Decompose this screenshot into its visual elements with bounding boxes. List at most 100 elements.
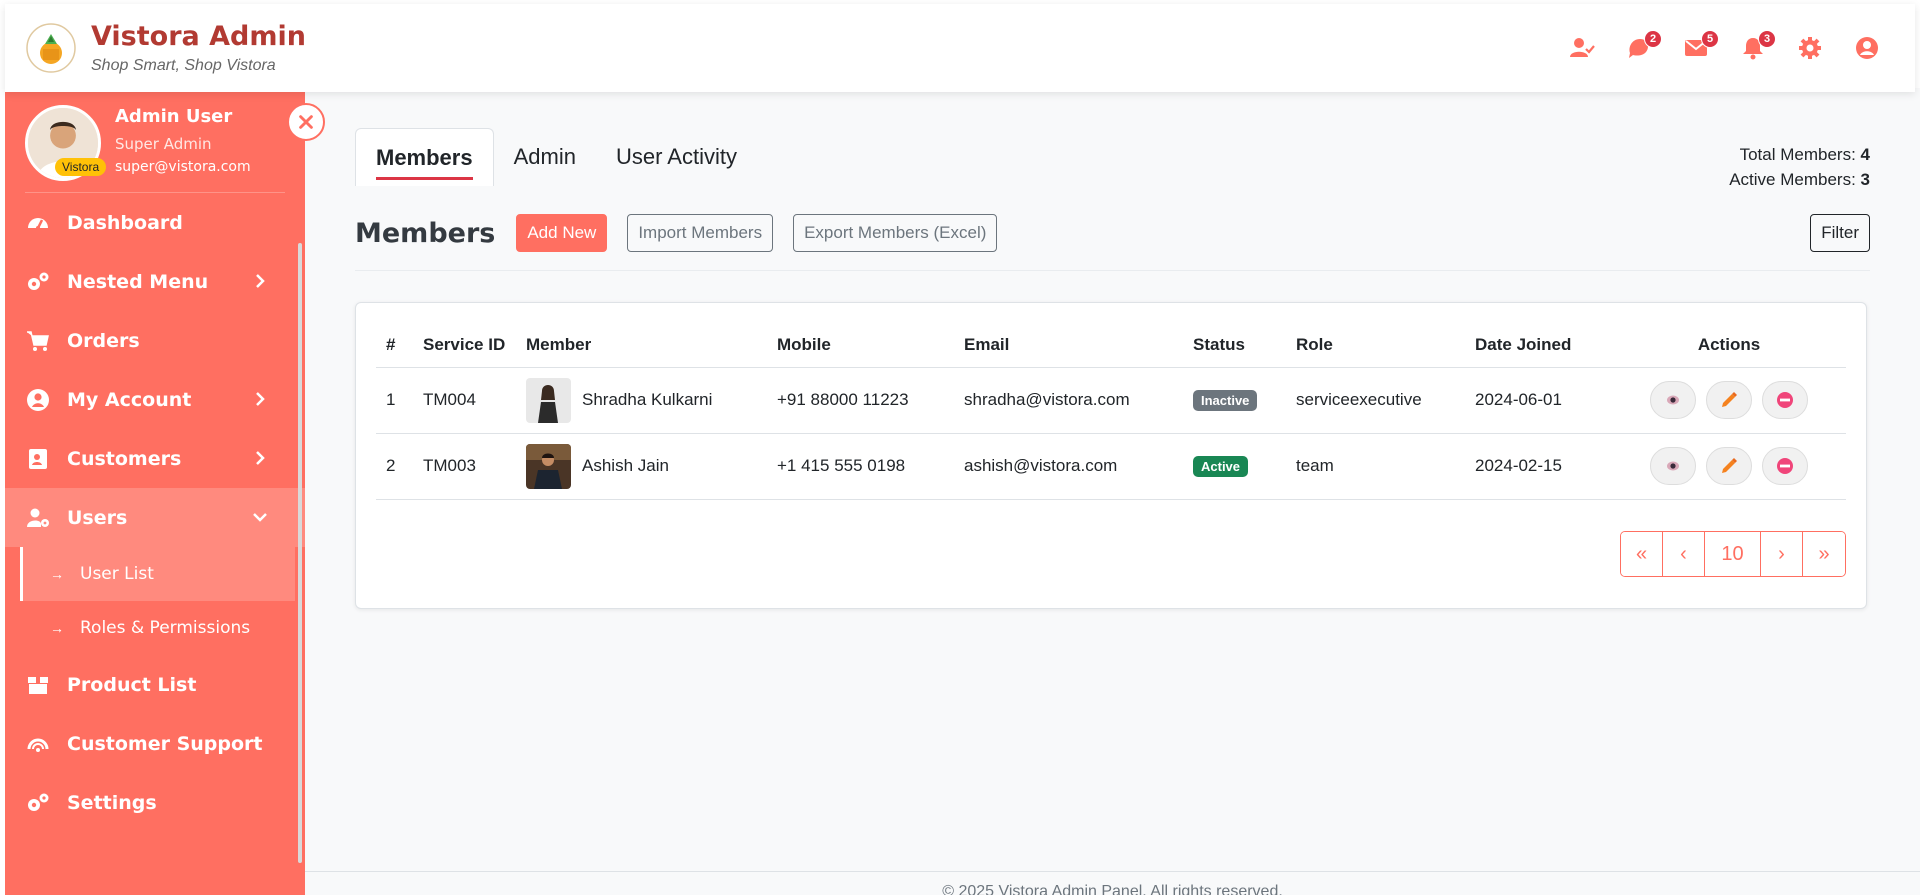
- sidebar-item-orders[interactable]: Orders: [5, 311, 305, 370]
- sidebar-item-product-list[interactable]: Product List: [5, 655, 305, 714]
- export-members-button[interactable]: Export Members (Excel): [793, 214, 998, 252]
- cogs-icon: [25, 269, 51, 295]
- sidebar-scrollbar[interactable]: [298, 243, 302, 863]
- pagination: « ‹ 10 › »: [1620, 531, 1846, 577]
- tab-admin[interactable]: Admin: [494, 128, 596, 186]
- date-joined: 2024-06-01: [1465, 367, 1612, 434]
- date-joined: 2024-02-15: [1465, 433, 1612, 500]
- import-members-button[interactable]: Import Members: [627, 214, 774, 252]
- members-toolbar: Members Add New Import Members Export Me…: [355, 206, 1870, 260]
- notification-count-badge: 3: [1758, 30, 1776, 48]
- mobile: +1 415 555 0198: [767, 433, 954, 500]
- total-members-label: Total Members:: [1739, 145, 1856, 164]
- email: ashish@vistora.com: [954, 433, 1183, 500]
- sidebar-item-customer-support[interactable]: Customer Support: [5, 714, 305, 773]
- column-header: Member: [516, 323, 767, 368]
- gear-icon[interactable]: [1781, 28, 1838, 68]
- table-row: 2 TM003 Ashish Jain +1 415 555 0198 ashi…: [376, 433, 1846, 500]
- chevron-right-icon: [256, 451, 265, 465]
- profile-email: super@vistora.com: [115, 159, 251, 175]
- chevron-right-icon: [256, 274, 265, 288]
- sidebar-item-settings[interactable]: Settings: [5, 773, 305, 832]
- role: serviceexecutive: [1286, 367, 1465, 434]
- sidebar-item-label: Customers: [67, 447, 182, 470]
- tab-members[interactable]: Members: [355, 128, 494, 186]
- role: team: [1286, 433, 1465, 500]
- main-content: Members Admin User Activity Total Member…: [305, 88, 1920, 895]
- dashboard-icon: [25, 210, 51, 236]
- bell-icon[interactable]: 3: [1724, 28, 1781, 68]
- sidebar-item-nested-menu[interactable]: Nested Menu: [5, 252, 305, 311]
- close-icon: [299, 115, 313, 129]
- pagination-first-button[interactable]: «: [1621, 532, 1663, 576]
- mail-icon[interactable]: 5: [1667, 28, 1724, 68]
- column-header: Mobile: [767, 323, 954, 368]
- cart-icon: [25, 328, 51, 354]
- contact-card-icon: [25, 446, 51, 472]
- brand-tagline: Shop Smart, Shop Vistora: [91, 57, 276, 74]
- column-header: #: [376, 323, 413, 368]
- user-check-icon[interactable]: [1553, 28, 1610, 68]
- pagination-next-button[interactable]: ›: [1761, 532, 1803, 576]
- remove-icon: [1777, 392, 1793, 408]
- add-new-button[interactable]: Add New: [516, 214, 608, 252]
- member-photo: [526, 443, 571, 489]
- remove-icon: [1777, 458, 1793, 474]
- email: shradha@vistora.com: [954, 367, 1183, 434]
- pencil-icon: [1722, 458, 1737, 473]
- top-navbar: Vistora Admin Shop Smart, Shop Vistora 2…: [5, 4, 1915, 92]
- footer: © 2025 Vistora Admin Panel. All rights r…: [305, 871, 1920, 895]
- delete-button[interactable]: [1762, 381, 1808, 419]
- sidebar-item-users[interactable]: Users: [5, 488, 305, 547]
- member-name: Ashish Jain: [582, 456, 669, 475]
- sidebar-item-my-account[interactable]: My Account: [5, 370, 305, 429]
- column-header: Role: [1286, 323, 1465, 368]
- cogs-icon: [25, 790, 51, 816]
- active-members-label: Active Members:: [1729, 170, 1856, 189]
- edit-button[interactable]: [1706, 447, 1752, 485]
- tab-user-activity[interactable]: User Activity: [596, 128, 757, 186]
- footer-text: © 2025 Vistora Admin Panel. All rights r…: [942, 883, 1283, 895]
- sidebar-subitem-label: Roles & Permissions: [80, 618, 251, 638]
- service-id: TM003: [413, 433, 516, 500]
- support-icon: [25, 731, 51, 757]
- page-title: Members: [355, 217, 496, 249]
- delete-button[interactable]: [1762, 447, 1808, 485]
- chat-icon[interactable]: 2: [1610, 28, 1667, 68]
- sidebar-item-label: My Account: [67, 388, 192, 411]
- eye-icon: [1667, 395, 1679, 405]
- sidebar-item-label: Customer Support: [67, 732, 263, 755]
- edit-button[interactable]: [1706, 381, 1752, 419]
- chat-count-badge: 2: [1644, 30, 1662, 48]
- sidebar-subitem-roles-permissions[interactable]: → Roles & Permissions: [5, 601, 305, 655]
- close-sidebar-button[interactable]: [287, 103, 325, 141]
- pagination-last-button[interactable]: »: [1803, 532, 1845, 576]
- row-index: 2: [376, 433, 413, 500]
- brand-title[interactable]: Vistora Admin: [91, 21, 306, 53]
- account-icon[interactable]: [1838, 28, 1895, 68]
- divider: [355, 270, 1870, 271]
- pagination-page-size[interactable]: 10: [1705, 532, 1761, 576]
- pagination-prev-button[interactable]: ‹: [1663, 532, 1705, 576]
- sidebar-item-customers[interactable]: Customers: [5, 429, 305, 488]
- sidebar: Vistora Admin User Super Admin super@vis…: [5, 88, 325, 895]
- members-table: # Service ID Member Mobile Email Status …: [376, 323, 1846, 500]
- sidebar-item-dashboard[interactable]: Dashboard: [5, 193, 305, 252]
- row-index: 1: [376, 367, 413, 434]
- member-name: Shradha Kulkarni: [582, 390, 713, 409]
- sidebar-subitem-user-list[interactable]: → User List: [20, 547, 295, 601]
- total-members-value: 4: [1860, 145, 1870, 164]
- view-button[interactable]: [1650, 447, 1696, 485]
- users-cog-icon: [25, 505, 51, 531]
- filter-button[interactable]: Filter: [1810, 214, 1870, 252]
- sidebar-item-label: Settings: [67, 791, 157, 814]
- status-badge: Active: [1193, 455, 1249, 477]
- brand-logo[interactable]: [25, 22, 77, 74]
- profile-card: Vistora Admin User Super Admin super@vis…: [25, 88, 285, 193]
- view-button[interactable]: [1650, 381, 1696, 419]
- active-members-value: 3: [1860, 170, 1870, 189]
- service-id: TM004: [413, 367, 516, 434]
- column-header: Status: [1183, 323, 1286, 368]
- column-header: Actions: [1612, 323, 1846, 368]
- profile-name: Admin User: [115, 106, 233, 127]
